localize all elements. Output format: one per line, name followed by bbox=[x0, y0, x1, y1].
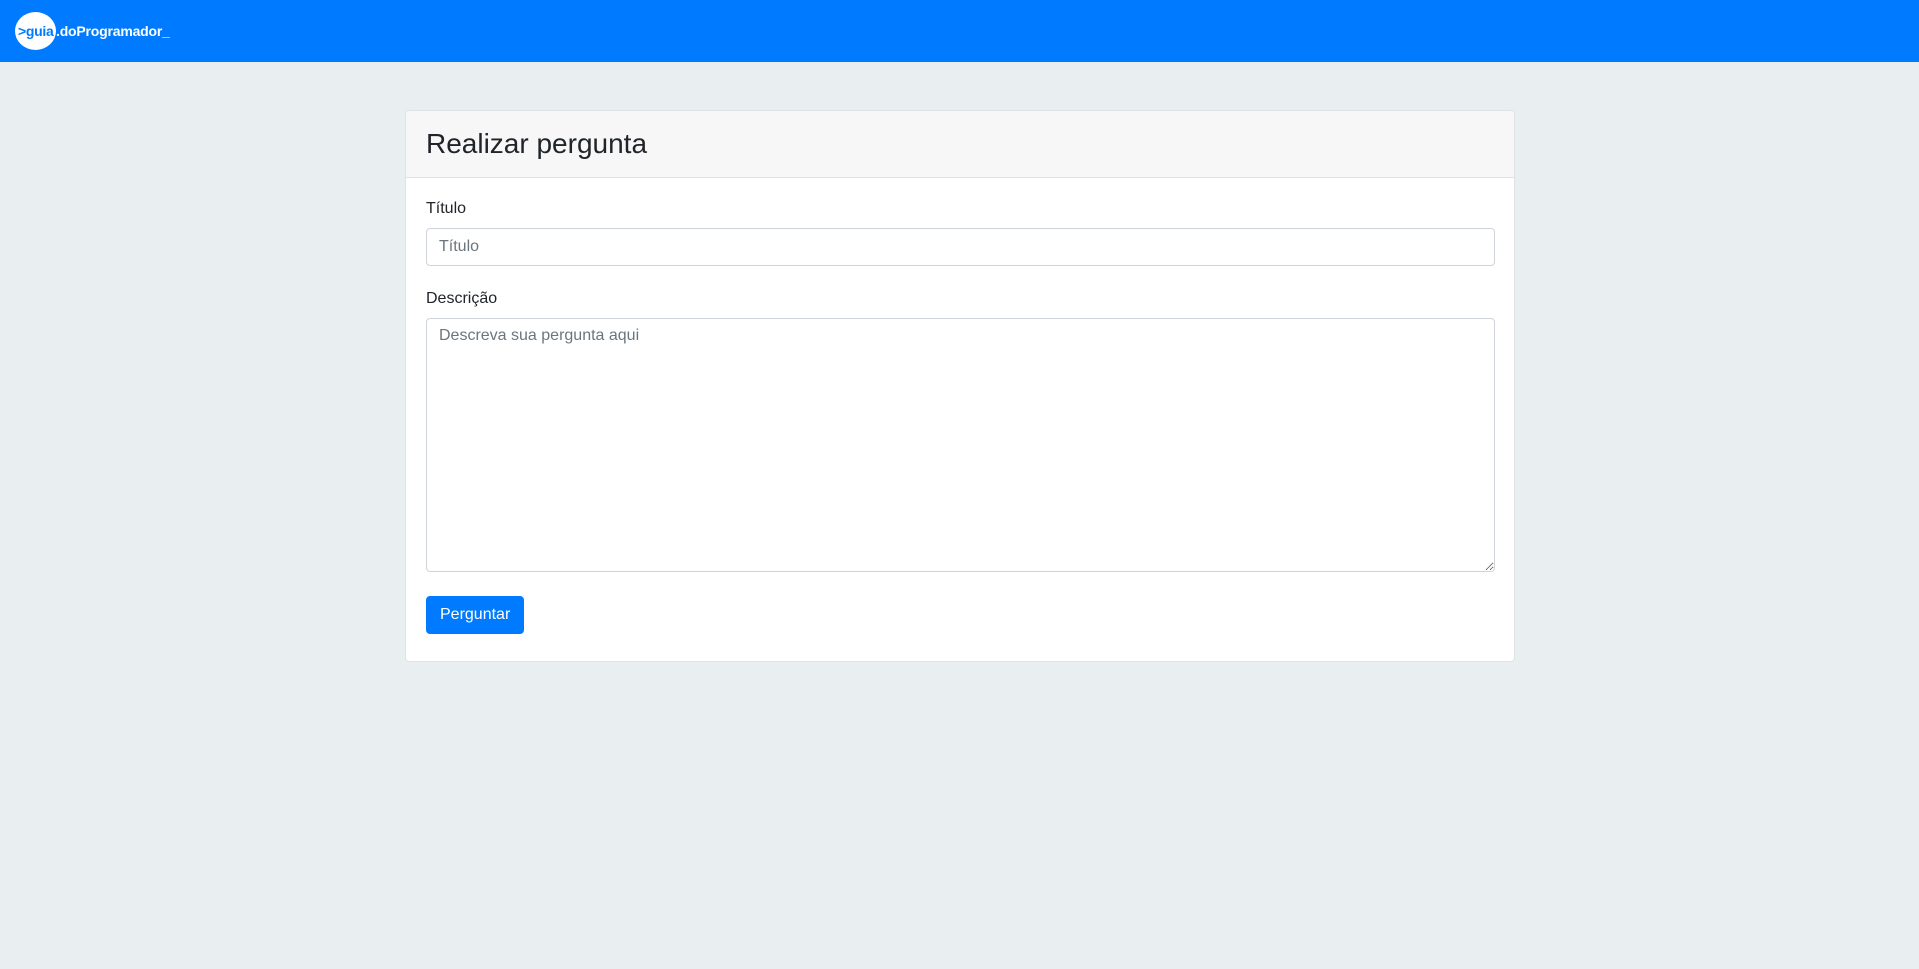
brand-suffix: .doProgramador bbox=[56, 23, 163, 39]
card-body: Título Descrição Perguntar bbox=[406, 178, 1514, 634]
brand-logo-link[interactable]: >guia .doProgramador _ bbox=[15, 12, 170, 50]
card-header: Realizar pergunta bbox=[406, 111, 1514, 178]
brand-cursor: _ bbox=[162, 23, 170, 39]
question-card: Realizar pergunta Título Descrição Pergu… bbox=[405, 110, 1515, 662]
ask-button[interactable]: Perguntar bbox=[426, 596, 525, 634]
title-label: Título bbox=[426, 200, 467, 217]
brand-prefix: >guia bbox=[18, 23, 54, 39]
question-form: Título Descrição Perguntar bbox=[426, 200, 1495, 634]
description-label: Descrição bbox=[426, 290, 498, 307]
title-input[interactable] bbox=[426, 228, 1495, 266]
brand-logo-circle: >guia bbox=[15, 12, 56, 50]
page-title: Realizar pergunta bbox=[426, 128, 648, 159]
top-navbar: >guia .doProgramador _ bbox=[0, 0, 1919, 62]
description-textarea[interactable] bbox=[426, 318, 1495, 572]
